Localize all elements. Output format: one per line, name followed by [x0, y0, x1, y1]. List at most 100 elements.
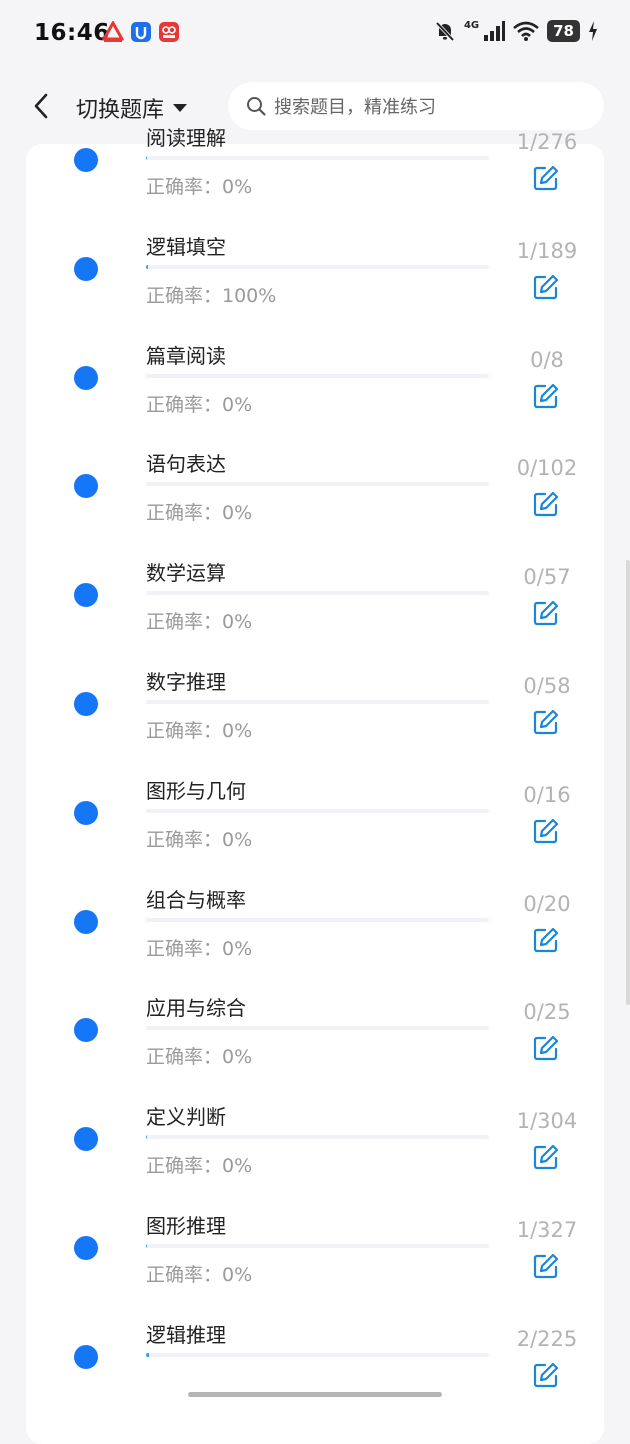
category-accuracy: 正确率：0%	[146, 937, 253, 960]
search-icon	[247, 97, 266, 116]
category-count: 1/276	[516, 130, 578, 154]
category-bullet	[74, 1236, 98, 1260]
category-title: 逻辑推理	[146, 1322, 226, 1347]
category-bullet	[74, 148, 98, 172]
category-row[interactable]: 逻辑填空正确率：100% 1/189	[26, 223, 604, 332]
edit-practice-icon[interactable]	[532, 164, 560, 192]
category-progress-bar	[146, 1352, 489, 1357]
category-bullet	[74, 474, 98, 499]
edit-practice-icon[interactable]	[532, 382, 560, 410]
app-notification-icon-pattern	[159, 22, 179, 42]
question-category-card: 阅读理解 正确率：0% 1/276 逻辑填空 正确率：100% 1/189 篇章阅读 正确率：…	[26, 126, 604, 1444]
app-notification-icon-blue	[131, 22, 151, 42]
home-indicator[interactable]	[188, 1392, 442, 1397]
category-progress-bar	[146, 264, 489, 269]
category-title: 定义判断	[146, 1105, 226, 1130]
category-row[interactable]: 定义判断正确率：0% 1/304	[26, 1093, 604, 1202]
app-notification-icon-red	[102, 21, 124, 42]
category-count: 1/304	[516, 1109, 578, 1134]
caret-down-icon	[173, 104, 188, 112]
category-bullet	[74, 909, 98, 934]
category-progress-bar	[146, 591, 489, 596]
category-progress-fill	[146, 264, 148, 269]
category-title: 数字推理	[146, 670, 226, 694]
battery-level: 78	[547, 20, 580, 42]
edit-practice-icon[interactable]	[532, 1361, 560, 1389]
category-accuracy: 正确率：0%	[146, 502, 253, 525]
category-title: 应用与综合	[146, 996, 246, 1021]
category-count: 1/189	[516, 238, 578, 263]
category-accuracy: 正确率：0%	[146, 393, 253, 416]
category-row[interactable]: 图形与几何正确率：0% 0/16	[26, 767, 604, 876]
category-row[interactable]: 语句表达 正确率：0% 0/102	[26, 440, 604, 549]
category-progress-bar	[146, 808, 489, 813]
category-title: 数学运算	[146, 561, 226, 586]
category-count: 0/8	[530, 347, 564, 372]
category-bullet	[74, 365, 98, 390]
category-accuracy: 正确率：0%	[146, 1155, 253, 1178]
bell-muted-icon	[435, 21, 455, 42]
category-title: 语句表达	[146, 452, 226, 477]
category-accuracy: 正确率：0%	[146, 828, 253, 851]
category-title: 逻辑填空	[146, 234, 226, 259]
category-row[interactable]: 篇章阅读 正确率：0% 0/8	[26, 332, 604, 441]
status-indicators: 4G 78	[434, 20, 598, 42]
category-accuracy: 正确率：100%	[146, 284, 277, 307]
category-progress-bar	[146, 1135, 489, 1140]
category-title: 组合与概率	[146, 887, 246, 912]
wifi-icon	[513, 21, 539, 41]
category-row[interactable]: 图形推理正确率：0% 1/327	[26, 1202, 604, 1311]
edit-practice-icon[interactable]	[532, 490, 560, 518]
category-count: 2/225	[516, 1326, 578, 1351]
category-count: 0/20	[523, 891, 571, 916]
edit-practice-icon[interactable]	[532, 926, 560, 954]
category-bullet	[74, 1127, 98, 1152]
category-progress-fill	[146, 1135, 148, 1140]
category-row[interactable]: 组合与概率正确率：0% 0/20	[26, 876, 604, 985]
category-row[interactable]: 逻辑推理 2/225	[26, 1311, 604, 1420]
category-progress-bar	[146, 482, 489, 487]
category-progress-fill	[146, 156, 148, 160]
category-progress-bar	[146, 373, 489, 378]
charging-bolt-icon	[589, 21, 597, 41]
category-progress-bar	[146, 156, 489, 160]
category-row[interactable]: 数学运算 正确率：0% 0/57	[26, 549, 604, 658]
category-bullet	[74, 800, 98, 825]
edit-practice-icon[interactable]	[532, 708, 560, 736]
category-progress-fill	[146, 1244, 148, 1248]
category-count: 1/327	[516, 1218, 578, 1242]
category-title: 阅读理解	[146, 126, 226, 150]
category-count: 0/16	[523, 782, 571, 807]
edit-practice-icon[interactable]	[532, 1143, 560, 1171]
category-bullet	[74, 583, 98, 608]
category-progress-bar	[146, 1244, 489, 1248]
category-bullet	[74, 256, 98, 281]
category-progress-bar	[146, 917, 489, 922]
scrollbar[interactable]	[626, 560, 630, 1005]
category-bullet	[74, 692, 98, 716]
category-accuracy: 正确率：0%	[146, 1264, 253, 1286]
category-title: 图形与几何	[146, 778, 246, 803]
category-row[interactable]: 应用与综合 正确率：0% 0/25	[26, 984, 604, 1093]
category-count: 0/57	[523, 565, 571, 590]
category-progress-bar	[146, 700, 489, 704]
category-row[interactable]: 数字推理 正确率：0% 0/58	[26, 658, 604, 767]
category-title: 图形推理	[146, 1214, 226, 1238]
notification-icons	[102, 21, 180, 43]
category-progress-fill	[146, 1352, 150, 1357]
status-bar: 16:46 4G 78	[0, 0, 630, 68]
network-type: 4G	[463, 19, 480, 31]
edit-practice-icon[interactable]	[532, 1252, 560, 1280]
status-time: 16:46	[34, 20, 110, 46]
category-accuracy: 正确率：0%	[146, 176, 253, 198]
category-accuracy: 正确率：0%	[146, 720, 253, 742]
edit-practice-icon[interactable]	[532, 817, 560, 845]
category-row[interactable]: 阅读理解正确率：0% 1/276	[26, 114, 604, 223]
category-bullet	[74, 1018, 98, 1043]
category-count: 0/25	[523, 1000, 571, 1025]
category-progress-bar	[146, 1026, 489, 1031]
cellular-signal-icon	[484, 21, 506, 41]
edit-practice-icon[interactable]	[532, 273, 560, 301]
edit-practice-icon[interactable]	[532, 1034, 560, 1062]
edit-practice-icon[interactable]	[532, 599, 560, 627]
